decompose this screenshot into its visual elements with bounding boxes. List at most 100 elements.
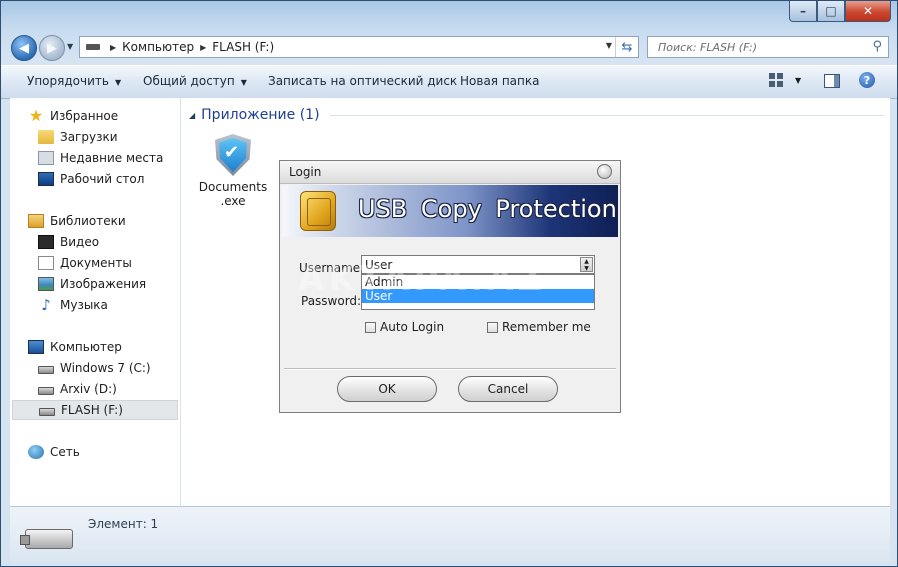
status-bar: Элемент: 1 [10,506,890,562]
dialog-title: Login [289,165,322,179]
usb-drive-icon [20,529,73,549]
back-button[interactable]: ◀ [11,35,37,61]
remember-me-label: Remember me [502,320,591,334]
nav-drive-c-label: Windows 7 (C:) [60,361,151,375]
nav-video[interactable]: Видео [38,232,99,252]
forward-button[interactable]: ▶ [39,35,65,61]
nav-recent-label: Недавние места [60,151,164,165]
nav-drive-c[interactable]: Windows 7 (C:) [38,358,151,378]
nav-favorites-label: Избранное [50,109,119,123]
minimize-button[interactable]: – [789,1,817,22]
chevron-down-icon: ▼ [114,78,122,87]
banner-title: USB Copy Protection [358,195,617,223]
share-menu[interactable]: Общий доступ ▼ [143,74,247,88]
remember-me-checkbox[interactable]: Remember me [487,320,591,334]
collapse-icon[interactable]: ◢ [189,111,195,120]
auto-login-checkbox[interactable]: Auto Login [365,320,444,334]
document-icon [38,256,54,270]
nav-downloads[interactable]: Загрузки [38,127,118,147]
drive-icon [86,44,100,50]
nav-desktop[interactable]: Рабочий стол [38,169,144,189]
command-bar: Упорядочить ▼ Общий доступ ▼ Записать на о… [1,65,897,99]
search-icon[interactable]: ⚲ [872,39,882,54]
caption-buttons: – □ ✕ [789,1,891,22]
navigation-pane: ★ Избранное Загрузки Недавние места Рабоч… [10,98,180,506]
desktop-icon [38,172,54,186]
file-name-line1: Documents [198,180,268,194]
nav-video-label: Видео [60,235,100,249]
hard-drive-icon [38,387,54,395]
help-icon[interactable]: ? [859,72,875,88]
nav-network-label: Сеть [50,445,80,459]
search-input[interactable] [656,39,870,55]
music-icon: ♪ [41,296,51,314]
nav-documents-label: Документы [60,256,132,270]
close-button[interactable]: ✕ [845,1,891,22]
nav-network[interactable]: Сеть [28,442,80,462]
new-folder-button[interactable]: Новая папка [460,74,539,88]
breadcrumb-drive[interactable]: FLASH (F:) [212,40,274,54]
shield-icon: ✔ [215,134,251,176]
nav-drive-d-label: Arxiv (D:) [60,382,117,396]
explorer-window: – □ ✕ ◀ ▶ ▼ ▶ Компьютер ▶ FLASH (F:) ▼ ⇆… [0,0,898,567]
recent-pages-dropdown[interactable]: ▼ [67,42,73,51]
preview-pane-icon[interactable] [824,74,840,88]
star-icon: ★ [28,106,44,125]
maximize-button[interactable]: □ [817,1,845,22]
dialog-title-bar: Login [280,161,620,184]
burn-button[interactable]: Записать на оптический диск [268,74,457,88]
libraries-icon [28,214,44,228]
file-name-line2: .exe [220,194,246,208]
checkbox-icon [487,321,498,333]
cancel-button[interactable]: Cancel [458,376,558,402]
nav-documents[interactable]: Документы [38,253,132,273]
nav-computer[interactable]: Компьютер [28,337,122,357]
checkbox-icon [365,321,376,333]
pictures-icon [38,277,54,291]
nav-pictures[interactable]: Изображения [38,274,146,294]
dialog-separator [284,368,616,370]
spinner-arrows-icon[interactable]: ▲ ▼ [580,257,593,272]
usb-drive-icon [39,408,55,416]
group-title: Приложение (1) [201,107,320,123]
group-divider [329,114,884,116]
auto-login-label: Auto Login [380,320,445,334]
nav-computer-label: Компьютер [50,340,122,354]
smart-chip-icon [300,191,336,231]
watermark: AKTAPA.AZ [298,259,547,299]
nav-favorites[interactable]: ★ Избранное [28,106,118,126]
view-dropdown-icon[interactable]: ▼ [795,76,801,85]
organize-menu[interactable]: Упорядочить ▼ [27,74,121,88]
chevron-right-icon[interactable]: ▶ [200,43,206,52]
search-box[interactable]: ⚲ [647,36,889,58]
folder-icon [38,130,54,144]
dialog-close-button[interactable] [597,164,612,179]
refresh-button[interactable]: ⇆ [615,37,638,57]
ok-button[interactable]: OK [337,376,437,402]
login-dialog: Login USB Copy Protection Username: User… [279,160,621,413]
nav-downloads-label: Загрузки [60,130,118,144]
chevron-right-icon[interactable]: ▶ [110,43,116,52]
nav-desktop-label: Рабочий стол [60,172,145,186]
organize-label: Упорядочить [27,74,109,88]
group-header[interactable]: ◢ Приложение (1) [189,107,884,123]
nav-libraries[interactable]: Библиотеки [28,211,126,231]
breadcrumb: ▶ Компьютер ▶ FLASH (F:) [104,40,274,54]
video-icon [38,235,54,249]
nav-recent[interactable]: Недавние места [38,148,163,168]
share-label: Общий доступ [143,74,235,88]
file-item[interactable]: ✔ Documents .exe [197,134,269,208]
nav-drive-f[interactable]: FLASH (F:) [12,400,178,420]
breadcrumb-computer[interactable]: Компьютер [122,40,194,54]
address-dropdown-icon[interactable]: ▼ [606,41,612,50]
nav-music[interactable]: ♪ Музыка [38,295,108,315]
recent-places-icon [38,151,54,165]
nav-drive-d[interactable]: Arxiv (D:) [38,379,117,399]
change-view-icon[interactable] [769,73,783,87]
nav-music-label: Музыка [60,298,108,312]
product-banner: USB Copy Protection [282,185,618,237]
hard-drive-icon [38,366,54,374]
checkmark-icon: ✔ [224,142,240,163]
address-bar[interactable]: ▶ Компьютер ▶ FLASH (F:) ▼ ⇆ [79,36,639,58]
chevron-down-icon: ▼ [240,78,247,87]
